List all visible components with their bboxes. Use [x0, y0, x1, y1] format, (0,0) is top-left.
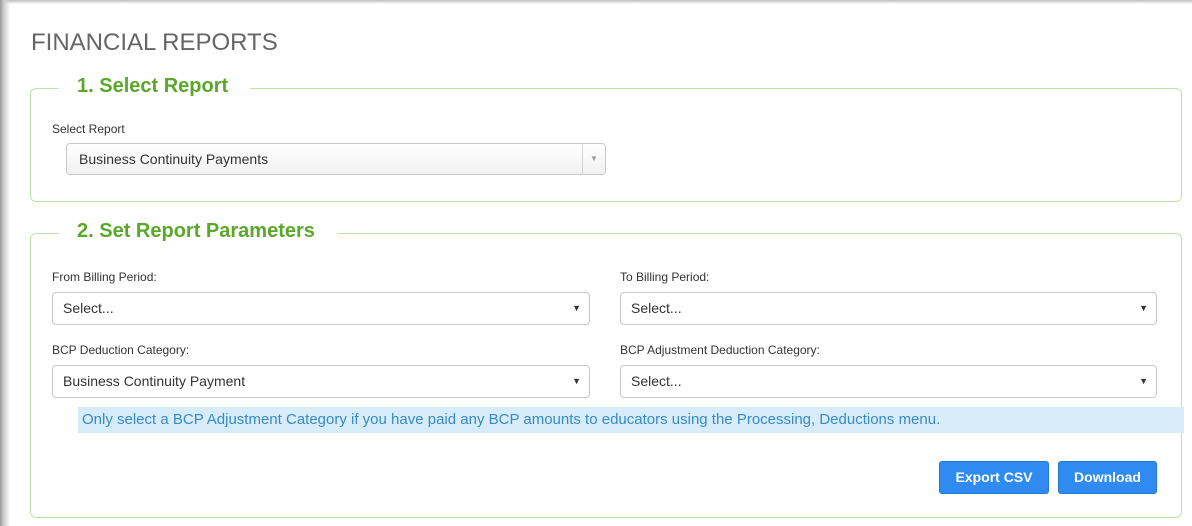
- select-report-label: Select Report: [52, 122, 125, 136]
- select-report-dropdown[interactable]: Business Continuity Payments ▼: [66, 143, 606, 175]
- export-csv-button[interactable]: Export CSV: [939, 461, 1049, 494]
- from-billing-period-label: From Billing Period:: [52, 270, 157, 284]
- page-title: FINANCIAL REPORTS: [31, 29, 278, 56]
- to-billing-period-select[interactable]: Select... ▼: [620, 292, 1157, 325]
- bcp-adjustment-category-label: BCP Adjustment Deduction Category:: [620, 343, 820, 357]
- chevron-down-icon: ▼: [572, 376, 581, 386]
- from-billing-period-value: Select...: [63, 300, 114, 316]
- chevron-down-icon[interactable]: ▼: [582, 144, 605, 175]
- download-button[interactable]: Download: [1058, 461, 1157, 494]
- bcp-adjustment-category-value: Select...: [631, 373, 682, 389]
- select-report-value: Business Continuity Payments: [79, 151, 269, 167]
- report-parameters-legend: 2. Set Report Parameters: [59, 220, 337, 243]
- bcp-deduction-category-value: Business Continuity Payment: [63, 373, 246, 389]
- chevron-down-icon: ▼: [572, 303, 581, 313]
- from-billing-period-select[interactable]: Select... ▼: [52, 292, 590, 325]
- bcp-adjustment-notice: Only select a BCP Adjustment Category if…: [78, 407, 1184, 433]
- window-left-shadow: [0, 0, 10, 526]
- bcp-adjustment-category-select[interactable]: Select... ▼: [620, 365, 1157, 398]
- chevron-down-icon: ▼: [1139, 303, 1148, 313]
- chevron-down-icon: ▼: [1139, 376, 1148, 386]
- to-billing-period-value: Select...: [631, 300, 682, 316]
- window-top-shadow: [0, 0, 1192, 4]
- bcp-deduction-category-label: BCP Deduction Category:: [52, 343, 190, 357]
- bcp-deduction-category-select[interactable]: Business Continuity Payment ▼: [52, 365, 590, 398]
- to-billing-period-label: To Billing Period:: [620, 270, 710, 284]
- select-report-legend: 1. Select Report: [59, 75, 251, 98]
